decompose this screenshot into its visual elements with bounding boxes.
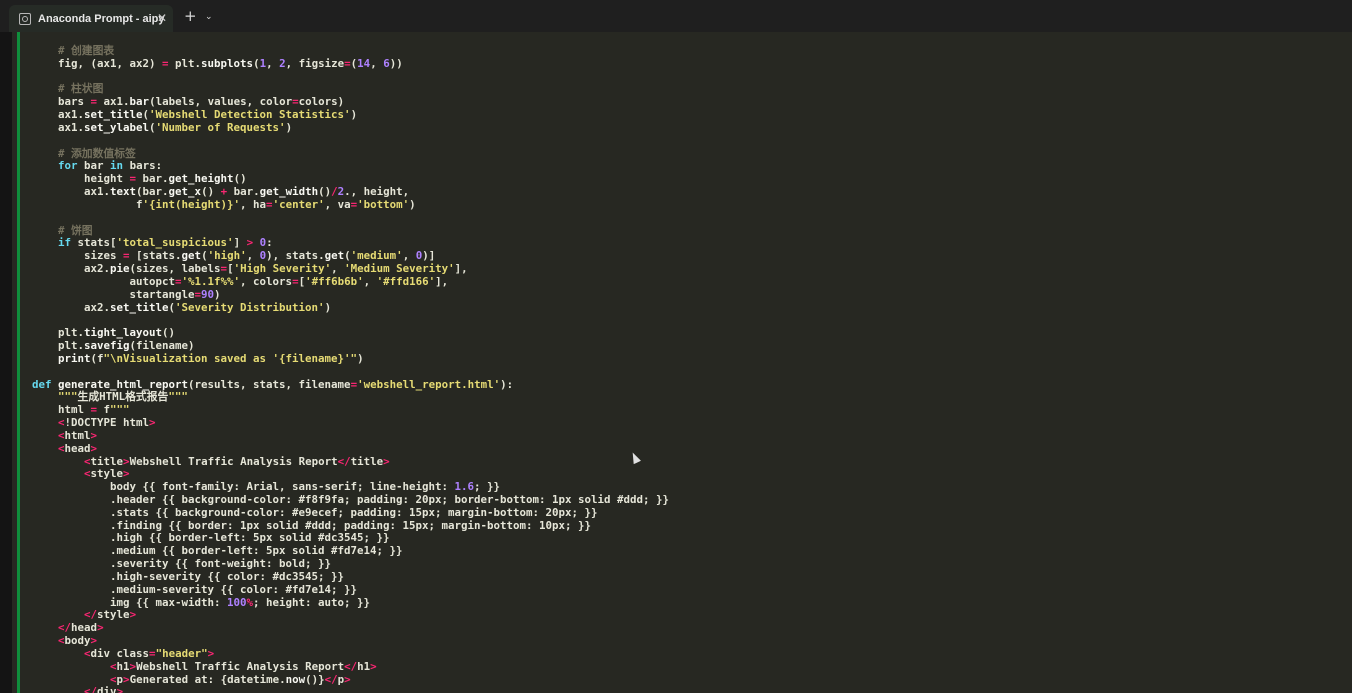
code-line: ax1.set_ylabel('Number of Requests')	[32, 120, 293, 134]
code-line: </head>	[58, 621, 104, 635]
code-line: .high-severity {{ color: #dc3545; }}	[32, 569, 345, 583]
terminal-output[interactable]: # 创建图表 fig, (ax1, ax2) = plt.subplots(1,…	[12, 32, 1352, 693]
tab-bar: Anaconda Prompt - aipy ✕ + ⌄	[0, 0, 1352, 32]
scroll-indicator	[17, 32, 20, 693]
code-line: ax2.set_title('Severity Distribution')	[32, 300, 332, 314]
code-line: print(f"\nVisualization saved as '{filen…	[58, 351, 364, 365]
tab-anaconda-prompt[interactable]: Anaconda Prompt - aipy ✕	[9, 5, 173, 32]
code-line: <body>	[58, 634, 98, 648]
code-line: f'{int(height)}', ha='center', va='botto…	[32, 197, 416, 211]
code-line: <p>Generated at: {datetime.now()}</p>	[110, 672, 351, 686]
code-line: </style>	[84, 608, 137, 622]
tab-title: Anaconda Prompt - aipy	[38, 12, 165, 25]
code-line: fig, (ax1, ax2) = plt.subplots(1, 2, fig…	[32, 56, 403, 70]
code-listing: # 创建图表 fig, (ax1, ax2) = plt.subplots(1,…	[32, 44, 670, 693]
code-line: <html>	[58, 428, 98, 442]
terminal-icon	[19, 12, 31, 25]
new-tab-button[interactable]: +	[184, 7, 197, 25]
code-line: .header {{ background-color: #f8f9fa; pa…	[32, 492, 670, 506]
close-icon[interactable]: ✕	[157, 10, 167, 26]
code-line: .medium-severity {{ color: #fd7e14; }}	[32, 582, 358, 596]
chevron-down-icon[interactable]: ⌄	[205, 8, 213, 26]
code-line: <!DOCTYPE html>	[58, 416, 156, 430]
code-line: autopct='%1.1f%%', colors=['#ff6b6b', '#…	[32, 274, 449, 288]
code-line: </div>	[84, 685, 124, 693]
code-line: .stats {{ background-color: #e9ecef; pad…	[32, 505, 598, 519]
